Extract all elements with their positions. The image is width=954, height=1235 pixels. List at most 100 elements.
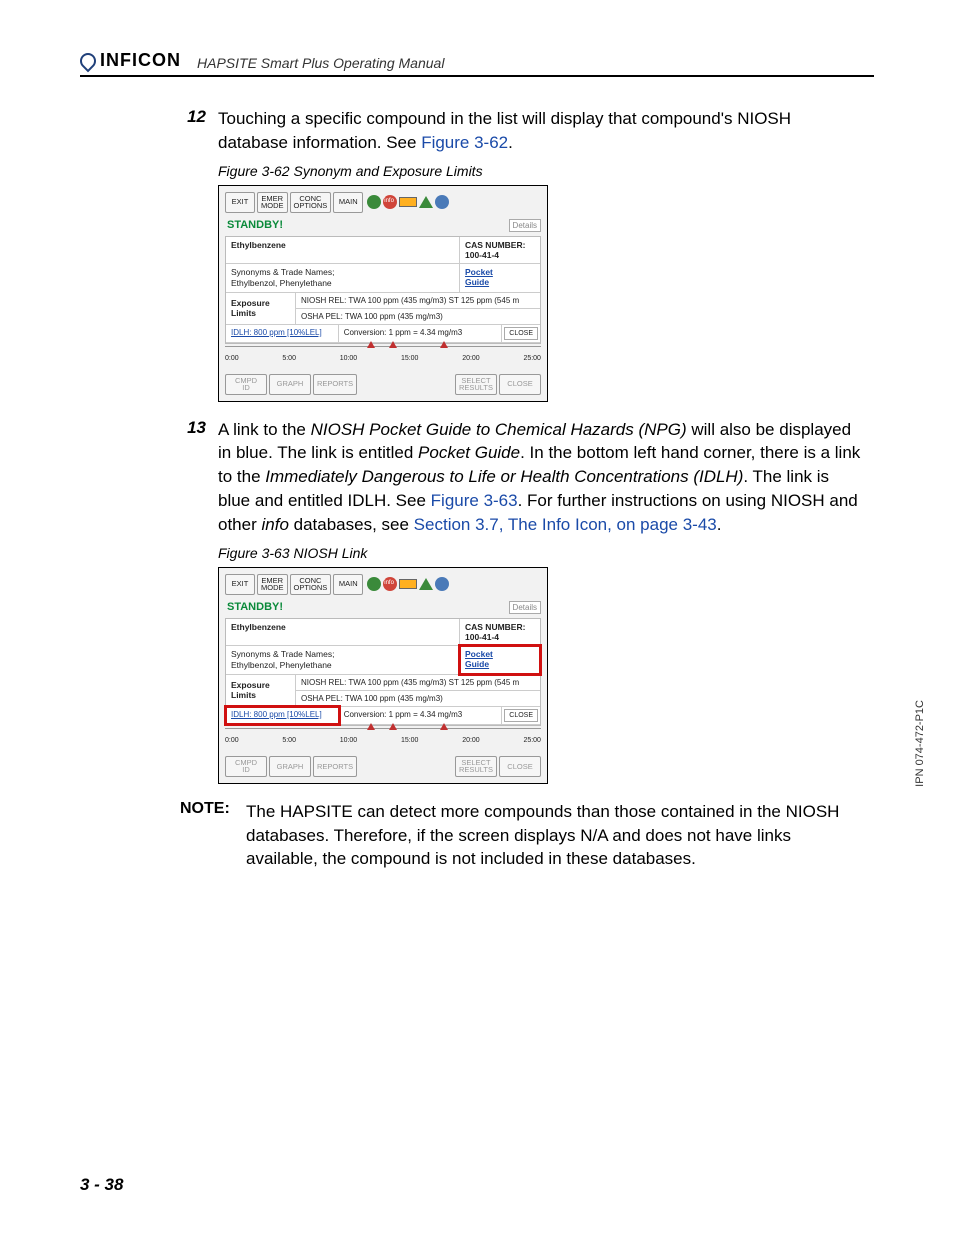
page-header: INFICON HAPSITE Smart Plus Operating Man… [80, 50, 874, 77]
status-row: STANDBY! Details [219, 217, 547, 234]
compound-name: Ethylbenzene [226, 619, 460, 645]
reports-button[interactable]: REPORTS [313, 756, 357, 777]
page-number: 3 - 38 [80, 1175, 123, 1195]
tick: 5:00 [282, 355, 296, 362]
compound-panel: Ethylbenzene CAS NUMBER:100-41-4 Synonym… [225, 236, 541, 344]
alert-icon [419, 578, 433, 590]
ipn-code: IPN 074-472-P1C [914, 700, 926, 787]
ss-toolbar: EXIT EMERMODE CONCOPTIONS MAIN [219, 568, 547, 599]
cmpd-id-button[interactable]: CMPDID [225, 374, 267, 395]
help-icon[interactable] [367, 577, 381, 591]
brand-logo: INFICON [80, 50, 181, 71]
bottom-toolbar: CMPDID GRAPH REPORTS SELECTRESULTS CLOSE [219, 370, 547, 401]
battery-icon [399, 579, 417, 589]
select-results-button[interactable]: SELECTRESULTS [455, 374, 497, 395]
figure-3-62-screenshot: EXIT EMERMODE CONCOPTIONS MAIN STANDBY! … [218, 185, 548, 402]
step-13: 13 A link to the NIOSH Pocket Guide to C… [180, 418, 864, 537]
status-row: STANDBY! Details [219, 599, 547, 616]
exit-button[interactable]: EXIT [225, 574, 255, 595]
close-button[interactable]: CLOSE [499, 756, 541, 777]
close-small-button[interactable]: CLOSE [504, 327, 538, 340]
tick: 0:00 [225, 737, 239, 744]
brand-name: INFICON [100, 50, 181, 71]
figure-3-63-caption: Figure 3-63 NIOSH Link [218, 545, 864, 561]
osha-pel: OSHA PEL: TWA 100 ppm (435 mg/m3) [296, 691, 540, 706]
info-icon[interactable] [383, 195, 397, 209]
graph-button[interactable]: GRAPH [269, 374, 311, 395]
step-13-body: A link to the NIOSH Pocket Guide to Chem… [218, 418, 864, 537]
tick: 15:00 [401, 737, 419, 744]
emer-mode-button[interactable]: EMERMODE [257, 574, 288, 595]
close-button[interactable]: CLOSE [499, 374, 541, 395]
globe-icon[interactable] [435, 195, 449, 209]
conc-options-button[interactable]: CONCOPTIONS [290, 574, 332, 595]
tick: 15:00 [401, 355, 419, 362]
details-button[interactable]: Details [509, 219, 541, 232]
tick: 5:00 [282, 737, 296, 744]
tick: 20:00 [462, 737, 480, 744]
tick: 25:00 [523, 737, 541, 744]
alert-icon [419, 196, 433, 208]
tick: 20:00 [462, 355, 480, 362]
inficon-logo-icon [77, 49, 100, 72]
compound-panel: Ethylbenzene CAS NUMBER:100-41-4 Synonym… [225, 618, 541, 726]
figure-3-63-link[interactable]: Figure 3-63 [431, 491, 518, 510]
cmpd-id-button[interactable]: CMPDID [225, 756, 267, 777]
exposure-data: NIOSH REL: TWA 100 ppm (435 mg/m3) ST 12… [296, 675, 540, 706]
synonyms: Synonyms & Trade Names;Ethylbenzol, Phen… [226, 264, 460, 292]
conversion: Conversion: 1 ppm = 4.34 mg/m3 [339, 325, 503, 342]
exposure-limits-label: ExposureLimits [226, 675, 296, 706]
globe-icon[interactable] [435, 577, 449, 591]
timeline: 0:00 5:00 10:00 15:00 20:00 25:00 [225, 346, 541, 370]
battery-icon [399, 197, 417, 207]
step-12-text-b: . [508, 133, 513, 152]
step-number: 12 [180, 107, 206, 155]
note-label: NOTE: [180, 800, 238, 871]
exit-button[interactable]: EXIT [225, 192, 255, 213]
figure-3-62-caption: Figure 3-62 Synonym and Exposure Limits [218, 163, 864, 179]
tick: 0:00 [225, 355, 239, 362]
figure-3-63-screenshot: EXIT EMERMODE CONCOPTIONS MAIN STANDBY! … [218, 567, 548, 784]
exposure-limits-label: ExposureLimits [226, 293, 296, 324]
manual-title: HAPSITE Smart Plus Operating Manual [197, 55, 444, 71]
standby-status: STANDBY! [227, 601, 283, 613]
note: NOTE: The HAPSITE can detect more compou… [180, 800, 864, 871]
osha-pel: OSHA PEL: TWA 100 ppm (435 mg/m3) [296, 309, 540, 324]
cas-number: CAS NUMBER:100-41-4 [460, 237, 540, 263]
standby-status: STANDBY! [227, 219, 283, 231]
tick: 25:00 [523, 355, 541, 362]
niosh-rel: NIOSH REL: TWA 100 ppm (435 mg/m3) ST 12… [296, 675, 540, 691]
conc-options-button[interactable]: CONCOPTIONS [290, 192, 332, 213]
help-icon[interactable] [367, 195, 381, 209]
reports-button[interactable]: REPORTS [313, 374, 357, 395]
section-3-7-link[interactable]: Section 3.7, The Info Icon, on page 3-43 [414, 515, 717, 534]
main-button[interactable]: MAIN [333, 192, 363, 213]
step-12: 12 Touching a specific compound in the l… [180, 107, 864, 155]
details-button[interactable]: Details [509, 601, 541, 614]
select-results-button[interactable]: SELECTRESULTS [455, 756, 497, 777]
graph-button[interactable]: GRAPH [269, 756, 311, 777]
pocket-guide-link[interactable]: PocketGuide [460, 264, 540, 292]
conversion: Conversion: 1 ppm = 4.34 mg/m3 [339, 707, 503, 724]
close-small-button[interactable]: CLOSE [504, 709, 538, 722]
compound-name: Ethylbenzene [226, 237, 460, 263]
main-button[interactable]: MAIN [333, 574, 363, 595]
emer-mode-button[interactable]: EMERMODE [257, 192, 288, 213]
cas-number: CAS NUMBER:100-41-4 [460, 619, 540, 645]
info-icon[interactable] [383, 577, 397, 591]
niosh-rel: NIOSH REL: TWA 100 ppm (435 mg/m3) ST 12… [296, 293, 540, 309]
figure-3-62-link[interactable]: Figure 3-62 [421, 133, 508, 152]
idlh-link[interactable]: IDLH: 800 ppm [10%LEL] [226, 325, 339, 342]
idlh-link-highlighted[interactable]: IDLH: 800 ppm [10%LEL] [226, 707, 339, 724]
note-body: The HAPSITE can detect more compounds th… [246, 800, 864, 871]
timeline: 0:00 5:00 10:00 15:00 20:00 25:00 [225, 728, 541, 752]
exposure-data: NIOSH REL: TWA 100 ppm (435 mg/m3) ST 12… [296, 293, 540, 324]
step-12-body: Touching a specific compound in the list… [218, 107, 864, 155]
step-number: 13 [180, 418, 206, 537]
bottom-toolbar: CMPDID GRAPH REPORTS SELECTRESULTS CLOSE [219, 752, 547, 783]
ss-toolbar: EXIT EMERMODE CONCOPTIONS MAIN [219, 186, 547, 217]
synonyms: Synonyms & Trade Names;Ethylbenzol, Phen… [226, 646, 460, 674]
pocket-guide-link-highlighted[interactable]: PocketGuide [460, 646, 540, 674]
tick: 10:00 [340, 737, 358, 744]
tick: 10:00 [340, 355, 358, 362]
